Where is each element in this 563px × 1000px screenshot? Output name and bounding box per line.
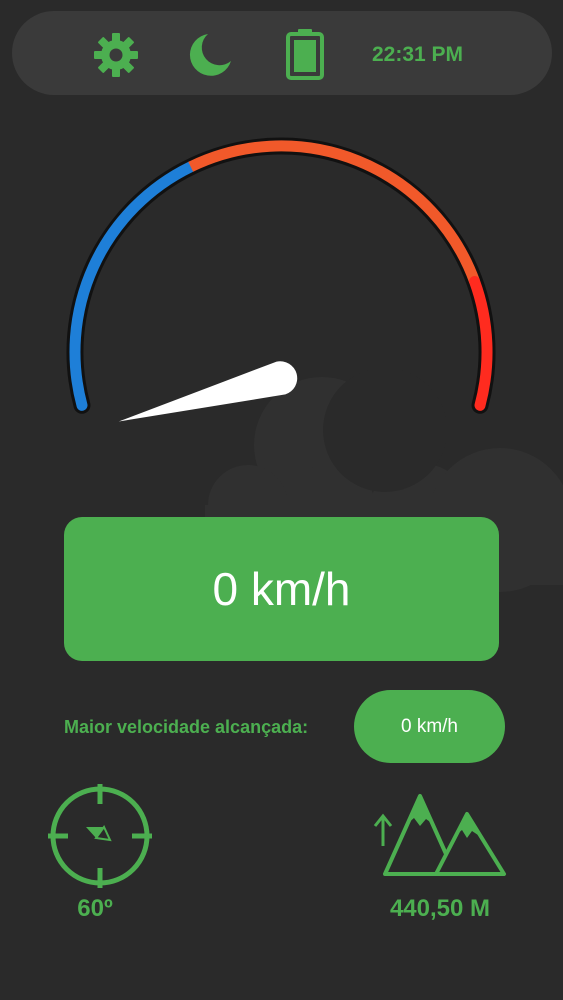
mountains-icon — [373, 794, 506, 876]
current-speed-value: 0 km/h — [212, 563, 351, 615]
max-speed-value: 0 km/h — [400, 715, 459, 737]
max-speed-label: Maior velocidade alcançada: — [64, 717, 309, 737]
compass-icon — [48, 784, 152, 888]
gauge-mid-segment — [188, 140, 480, 284]
compass-heading: 60º — [77, 895, 113, 922]
speedometer-screen: 22:31 PM 0 km/h Maior velocidade alcança… — [0, 0, 563, 1000]
max-speed-button[interactable]: 0 km/h — [354, 690, 505, 763]
current-speed-display: 0 km/h — [64, 517, 499, 661]
altitude-value: 440,50 M — [389, 895, 491, 922]
